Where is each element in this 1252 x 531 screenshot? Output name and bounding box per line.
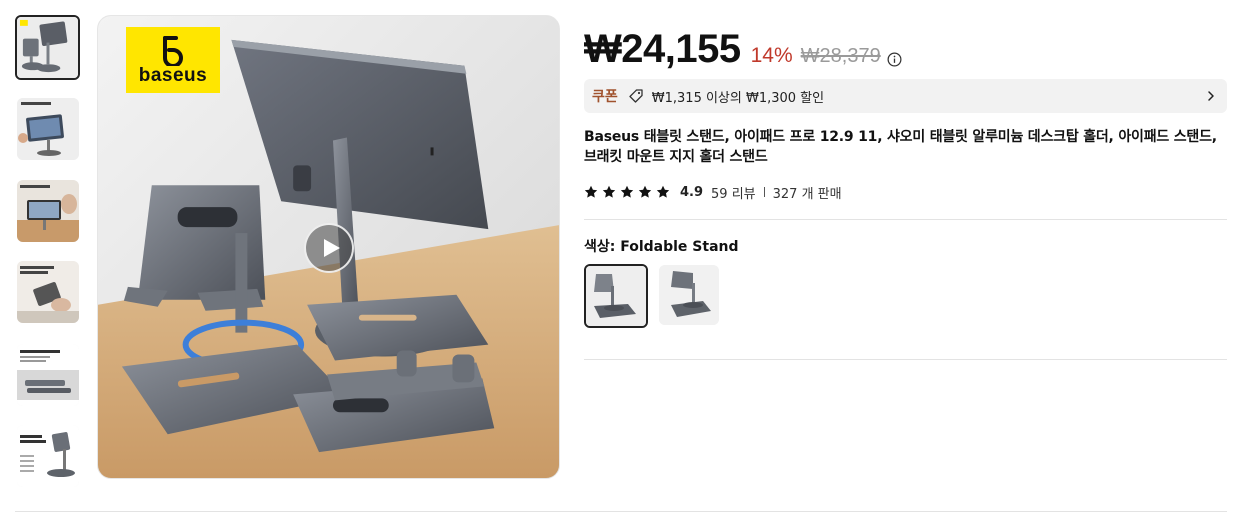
thumbnail-1[interactable] [15,15,80,80]
separator [763,187,765,197]
swatch-foldable-stand-image [586,266,646,326]
play-icon [323,239,340,257]
product-title: Baseus 태블릿 스탠드, 아이패드 프로 12.9 11, 샤오미 태블릿… [584,129,1217,165]
main-product-image[interactable]: baseus [97,15,560,479]
coupon-bar[interactable]: 쿠폰 ₩1,315 이상의 ₩1,300 할인 [584,79,1227,113]
thumbnail-6-image [17,425,79,487]
thumbnail-5-image [17,344,79,406]
star-icon [602,185,616,198]
thumbnail-5[interactable] [17,344,79,406]
baseus-logo-text: baseus [138,64,208,86]
baseus-logo-mark-icon [163,35,183,66]
current-price: ₩24,155 [584,27,741,71]
original-price: ₩28,379 [800,45,881,67]
review-count[interactable]: 59 리뷰 [711,183,756,202]
swatch-stand-image [659,265,719,325]
thumbnail-2-image [17,98,79,160]
discount-percent: 14% [750,44,793,67]
thumbnail-2[interactable] [17,98,79,160]
thumbnail-3-image [17,180,79,242]
thumbnail-4-image [17,261,79,323]
section-divider [15,511,1227,512]
swatch-foldable-stand[interactable] [584,264,648,328]
star-icon [584,185,598,198]
sold-count: 327 개 판매 [772,186,842,202]
rating-value: 4.9 [680,184,704,200]
divider [584,359,1227,360]
product-info: ₩24,155 14% ₩28,379 쿠폰 ₩1,315 이상의 ₩1,300… [584,15,1227,360]
tag-icon [629,89,643,103]
thumbnail-4[interactable] [17,261,79,323]
thumbnail-6[interactable] [17,425,79,487]
star-icon [638,185,652,198]
swatch-stand[interactable] [659,265,719,325]
coupon-label: 쿠폰 [592,89,618,105]
divider [584,219,1227,220]
play-video-button[interactable] [304,223,354,273]
rating-row[interactable]: 4.9 59 리뷰 327 개 판매 [584,181,842,203]
baseus-logo: baseus [126,27,220,93]
coupon-text: ₩1,315 이상의 ₩1,300 할인 [651,90,825,106]
star-rating [584,185,670,199]
thumbnail-3[interactable] [17,180,79,242]
chevron-right-icon [1208,91,1214,101]
thumbnail-1-image [17,17,78,78]
price-row: ₩24,155 14% ₩28,379 [584,27,1227,79]
info-icon[interactable] [887,52,902,67]
star-icon [656,185,670,198]
color-option-label: 색상: Foldable Stand [584,239,739,255]
star-icon [620,185,634,198]
